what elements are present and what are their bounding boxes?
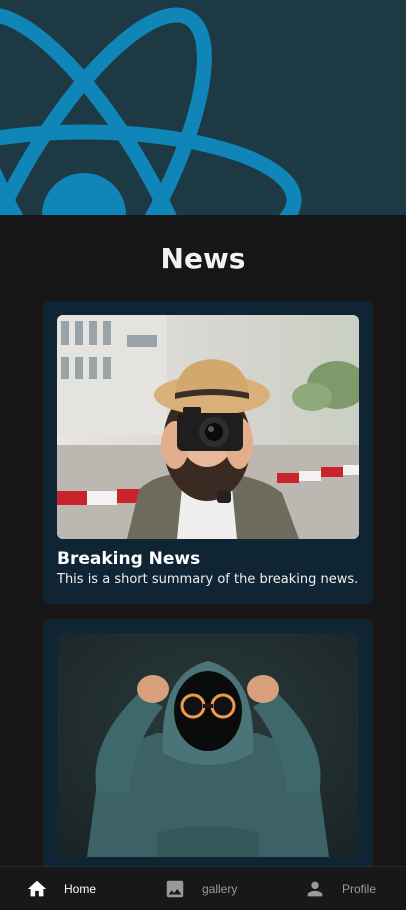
hero-banner bbox=[0, 0, 406, 215]
news-card[interactable]: Breaking News This is a short summary of… bbox=[43, 301, 373, 604]
page-title: News bbox=[160, 242, 246, 275]
nav-item-home[interactable]: Home bbox=[26, 867, 96, 910]
news-card[interactable] bbox=[43, 619, 373, 879]
image-icon bbox=[166, 880, 184, 897]
bottom-navigation: Home gallery Profile bbox=[0, 866, 406, 909]
nav-item-label: Profile bbox=[342, 881, 377, 896]
person-icon bbox=[307, 881, 323, 896]
news-card-image bbox=[57, 633, 359, 857]
news-card-title: Breaking News bbox=[57, 549, 201, 569]
nav-item-label: Home bbox=[64, 881, 97, 896]
react-atom-icon bbox=[0, 7, 302, 215]
news-card-summary: This is a short summary of the breaking … bbox=[57, 572, 359, 587]
nav-item-gallery[interactable]: gallery bbox=[164, 867, 237, 910]
home-icon bbox=[27, 880, 47, 896]
news-card-image bbox=[57, 315, 359, 539]
nav-item-profile[interactable]: Profile bbox=[304, 867, 376, 910]
nav-item-label: gallery bbox=[202, 881, 238, 896]
